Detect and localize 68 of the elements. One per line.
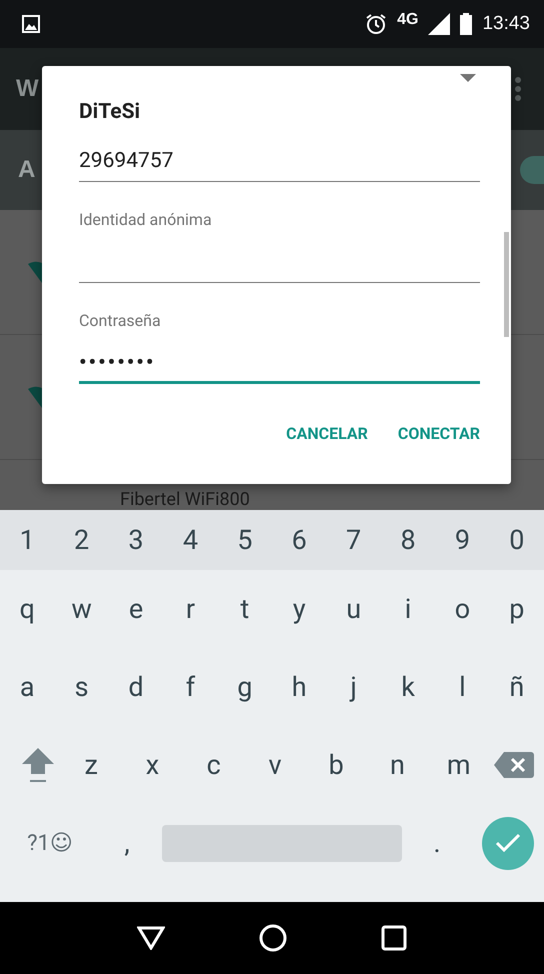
app-bar-title: W (16, 75, 39, 103)
keyboard-key[interactable]: 9 (435, 524, 490, 556)
keyboard-key[interactable]: p (490, 593, 544, 625)
overflow-menu-icon[interactable] (514, 76, 522, 102)
keyboard-key[interactable]: f (163, 671, 218, 703)
home-button[interactable] (259, 924, 287, 952)
backspace-icon[interactable] (494, 752, 534, 778)
keyboard-key[interactable]: 2 (54, 524, 109, 556)
keyboard-key[interactable]: d (108, 671, 164, 703)
keyboard-key[interactable]: . (402, 827, 472, 859)
keyboard-key[interactable]: s (54, 671, 109, 703)
dialog-button[interactable]: CONECTAR (390, 416, 488, 451)
keyboard-key[interactable]: 0 (490, 524, 544, 556)
keyboard-key[interactable]: v (249, 749, 301, 781)
keyboard-key[interactable]: e (108, 593, 164, 625)
keyboard-key[interactable]: , (92, 827, 162, 859)
keyboard-key[interactable]: o (435, 593, 490, 625)
field-label: Identidad anónima (79, 210, 213, 229)
keyboard-key[interactable]: b (310, 749, 362, 781)
keyboard-key[interactable]: 7 (326, 524, 381, 556)
keyboard-key[interactable]: z (65, 749, 118, 781)
keyboard-key[interactable]: q (0, 593, 54, 625)
keyboard-key[interactable]: y (272, 593, 326, 625)
checkmark-icon (495, 833, 521, 853)
keyboard-key[interactable]: h (272, 671, 326, 703)
keyboard-key[interactable]: t (218, 593, 272, 625)
scrollbar[interactable] (504, 232, 509, 337)
keyboard-key[interactable]: l (435, 671, 490, 703)
keyboard-key[interactable]: 8 (380, 524, 436, 556)
dropdown-arrow-icon[interactable] (460, 74, 476, 82)
keyboard-key[interactable]: 6 (272, 524, 326, 556)
keyboard-key[interactable]: 4 (163, 524, 218, 556)
alarm-clock-icon (365, 13, 388, 35)
dialog-title: DiTeSi (79, 100, 142, 124)
keyboard-key[interactable]: n (372, 749, 424, 781)
keyboard-key[interactable]: 3 (108, 524, 164, 556)
enter-button[interactable] (482, 816, 534, 870)
keyboard-key[interactable]: a (0, 671, 54, 703)
keyboard-key[interactable]: g (218, 671, 272, 703)
wifi-icon (28, 386, 42, 408)
keyboard-key[interactable]: j (326, 671, 381, 703)
recents-button[interactable] (381, 925, 407, 951)
back-button[interactable] (137, 926, 165, 950)
dialog-button[interactable]: CANCELAR (278, 416, 376, 451)
keyboard-key[interactable]: c (188, 749, 240, 781)
input-field[interactable]: •••••••• (79, 348, 480, 384)
shift-icon[interactable] (20, 746, 56, 784)
keyboard-key[interactable]: ?1☺ (8, 830, 92, 856)
switch-label: A (18, 156, 36, 184)
keyboard-key[interactable]: i (380, 593, 436, 625)
network-type: 4G (397, 11, 418, 29)
keyboard-key[interactable]: k (380, 671, 436, 703)
wifi-icon (28, 261, 42, 283)
battery-icon (460, 13, 472, 35)
signal-icon (428, 13, 450, 35)
field-label: Contraseña (79, 311, 162, 330)
keyboard-key[interactable]: u (326, 593, 381, 625)
keyboard-key[interactable]: 1 (0, 524, 54, 556)
input-field[interactable]: 29694757 (79, 146, 480, 182)
keyboard-key[interactable]: 5 (218, 524, 272, 556)
clock-time: 13:43 (482, 13, 530, 35)
keyboard-key[interactable]: w (54, 593, 109, 625)
image-icon (22, 15, 40, 33)
toggle-switch[interactable] (520, 156, 544, 184)
keyboard-key[interactable]: m (432, 749, 485, 781)
keyboard-key[interactable]: r (163, 593, 218, 625)
keyboard-key[interactable]: ñ (490, 671, 544, 703)
keyboard-key[interactable]: x (126, 749, 178, 781)
